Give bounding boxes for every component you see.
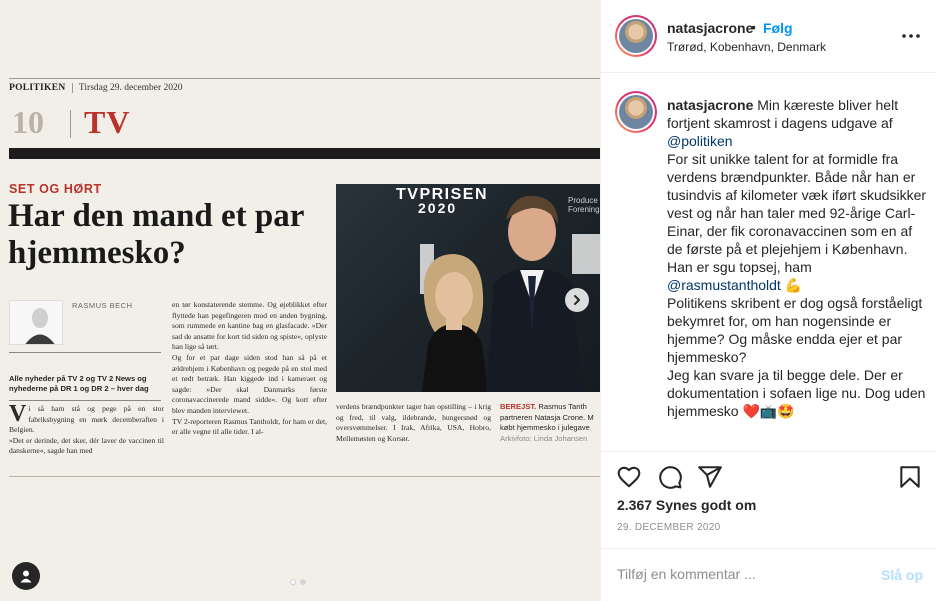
carousel-dot-active [290, 579, 296, 585]
page-number: 10 [12, 104, 44, 140]
page-number-divider [70, 110, 71, 138]
newspaper-masthead: POLITIKEN Tirsdag 29. december 2020 [9, 83, 600, 97]
photo-caption: BEREJST. Rasmus Tanth partneren Natasja … [500, 402, 600, 444]
teaser-rule [9, 400, 161, 401]
next-slide-button[interactable] [565, 288, 589, 312]
caption-credit: Arkivfoto: Linda Johansen [500, 433, 588, 443]
photo-people [420, 195, 600, 392]
header-separator: • [751, 19, 756, 35]
more-options-button[interactable] [899, 26, 923, 46]
post-media: POLITIKEN Tirsdag 29. december 2020 10 T… [0, 0, 600, 601]
bookmark-icon [900, 466, 920, 488]
comment-icon [659, 466, 682, 489]
post-comment-button[interactable]: Slå op [881, 567, 923, 583]
likes-count[interactable]: 2.367 Synes godt om [617, 497, 756, 513]
more-icon [902, 34, 920, 38]
avatar[interactable] [615, 15, 657, 57]
comment-input[interactable] [617, 566, 857, 582]
tagged-users-button[interactable] [12, 562, 40, 590]
post-actions [601, 451, 936, 501]
post-caption-area: natasjacrone Min kæreste bliver helt for… [601, 74, 936, 450]
article-headline: Har den mand et par hjemmesko? [8, 198, 304, 271]
header-username[interactable]: natasjacrone [667, 20, 753, 36]
share-icon [698, 466, 722, 488]
comment-box: Slå op [601, 548, 936, 601]
carousel-dots [290, 579, 306, 585]
mention-link[interactable]: @politiken [667, 133, 733, 149]
article-kicker: SET OG HØRT [9, 182, 102, 196]
mention-link[interactable]: @rasmustantholdt [667, 277, 781, 293]
user-tag-icon [20, 570, 32, 583]
post-date[interactable]: 29. DECEMBER 2020 [617, 522, 720, 533]
column-1-text: i så ham stå og pege på en stor fabriksb… [9, 404, 164, 456]
caption-text-3: 💪 Politikens skribent er dog også forstå… [667, 277, 926, 419]
masthead-rule [9, 78, 600, 79]
save-button[interactable] [897, 464, 923, 490]
follow-button[interactable]: Følg [763, 20, 793, 36]
share-button[interactable] [697, 464, 723, 490]
dropcap: V [9, 401, 27, 427]
byline-name: RASMUS BECH [72, 301, 133, 310]
caption-text-2: For sit unikke talent for at formidle fr… [667, 151, 927, 275]
article-column-2: en tør konstaterende stemme. Og øjeblikk… [172, 300, 327, 437]
carousel-dot [300, 579, 306, 585]
post-header: natasjacrone • Følg Trørød, Kobenhavn, D… [601, 0, 936, 73]
article-photo: TVPRISEN 2020 Produce Forenings [336, 184, 600, 392]
caption-username[interactable]: natasjacrone [667, 97, 753, 113]
byline-photo [9, 300, 63, 345]
newspaper-brand: POLITIKEN [9, 83, 66, 93]
caption-label: BEREJST. [500, 402, 537, 411]
comment-button[interactable] [657, 464, 683, 490]
heart-icon [617, 466, 641, 488]
like-button[interactable] [616, 464, 642, 490]
article-column-3: verdens brændpunkter tager han opstillin… [336, 402, 491, 443]
newspaper-date: Tirsdag 29. december 2020 [71, 83, 183, 93]
post-location[interactable]: Trørød, Kobenhavn, Denmark [667, 40, 826, 54]
byline-rule [9, 352, 161, 353]
post-panel: natasjacrone • Følg Trørød, Kobenhavn, D… [600, 0, 936, 601]
article-column-1: Vi så ham stå og pege på en stor fabriks… [9, 401, 164, 457]
caption-avatar[interactable] [615, 91, 657, 133]
article-bottom-rule [9, 476, 600, 477]
section-rule [9, 148, 600, 159]
section-title: TV [84, 104, 131, 140]
post-caption: natasjacrone Min kæreste bliver helt for… [667, 96, 929, 420]
article-teaser: Alle nyheder på TV 2 og TV 2 News og nyh… [9, 374, 149, 393]
chevron-right-icon [574, 295, 580, 305]
